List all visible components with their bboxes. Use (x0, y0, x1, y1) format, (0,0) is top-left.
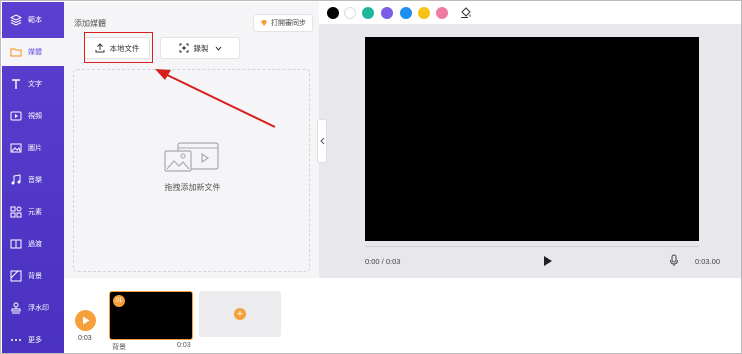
sidebar: 範本 媒體 文字 視頻 圖片 音樂 元素 過渡 背景 浮水印 更多 (2, 2, 64, 353)
diamond-icon (260, 19, 268, 27)
video-icon (9, 110, 22, 123)
timeline-clip[interactable]: 01 (109, 291, 193, 340)
text-icon (9, 78, 22, 91)
sidebar-item-music[interactable]: 音樂 (2, 166, 64, 194)
sidebar-item-watermark[interactable]: 浮水印 (2, 294, 64, 322)
current-time: 0:00 / 0:03 (365, 257, 401, 266)
play-icon (82, 316, 90, 325)
layers-icon (9, 14, 22, 27)
sidebar-item-label: 元素 (28, 209, 42, 216)
background-icon (9, 270, 22, 283)
upgrade-sync-button[interactable]: 打開審同步 (253, 14, 313, 32)
highlight-box (84, 32, 153, 63)
swatch-blue[interactable] (400, 7, 412, 19)
sidebar-item-label: 浮水印 (28, 305, 49, 312)
progress-bar[interactable] (365, 246, 699, 247)
sidebar-item-label: 背景 (28, 273, 42, 280)
swatch-purple[interactable] (381, 7, 393, 19)
microphone-icon[interactable] (669, 254, 679, 267)
image-icon (9, 142, 22, 155)
sidebar-item-more[interactable]: 更多 (2, 326, 64, 353)
more-icon (9, 334, 22, 347)
sidebar-item-label: 過渡 (28, 241, 42, 248)
sidebar-item-video[interactable]: 視頻 (2, 102, 64, 130)
record-label: 錄製 (193, 43, 209, 53)
drop-hint: 拖拽添加新文件 (164, 183, 221, 192)
swatch-yellow[interactable] (418, 7, 430, 19)
collapse-panel-button[interactable] (317, 119, 327, 163)
record-screen-icon (179, 43, 189, 53)
sidebar-item-text[interactable]: 文字 (2, 70, 64, 98)
upgrade-label: 打開審同步 (271, 20, 306, 27)
swatch-white[interactable] (344, 7, 356, 19)
folder-icon (9, 46, 22, 59)
record-button[interactable]: 錄製 (160, 37, 240, 59)
app-window: 範本 媒體 文字 視頻 圖片 音樂 元素 過渡 背景 浮水印 更多 添加媒體 打… (0, 0, 742, 354)
stamp-icon (9, 302, 22, 315)
sidebar-item-label: 文字 (28, 81, 42, 88)
panel-title: 添加媒體 (74, 19, 106, 28)
annotation-arrow (155, 69, 276, 128)
total-time: 0:03.00 (695, 257, 721, 266)
elements-icon (9, 206, 22, 219)
add-clip-button[interactable]: + (199, 291, 281, 337)
sidebar-item-transitions[interactable]: 過渡 (2, 230, 64, 258)
chevron-down-icon (215, 46, 222, 51)
swatch-black[interactable] (327, 7, 339, 19)
transition-icon (9, 238, 22, 251)
plus-icon: + (234, 308, 246, 320)
timeline: 0:03 01 背景 0:03 + (64, 279, 741, 353)
sidebar-item-label: 視頻 (28, 113, 42, 120)
sidebar-item-elements[interactable]: 元素 (2, 198, 64, 226)
paint-bucket-icon[interactable] (460, 6, 472, 18)
sidebar-item-label: 圖片 (28, 145, 42, 152)
sidebar-item-label: 媒體 (28, 49, 42, 56)
clip-duration: 0:03 (177, 342, 191, 349)
timeline-duration: 0:03 (78, 335, 92, 342)
clip-label: 背景 (112, 344, 126, 351)
preview-area: 0:00 / 0:03 0:03.00 (319, 2, 741, 278)
swatch-pink[interactable] (436, 7, 448, 19)
video-canvas[interactable] (365, 37, 699, 241)
play-icon[interactable] (541, 255, 553, 267)
sidebar-item-background[interactable]: 背景 (2, 262, 64, 290)
media-placeholder-icon (164, 142, 220, 174)
sidebar-item-media[interactable]: 媒體 (2, 38, 64, 66)
chevron-left-icon (319, 137, 325, 145)
sidebar-item-label: 範本 (28, 17, 42, 24)
music-icon (9, 174, 22, 187)
sidebar-item-templates[interactable]: 範本 (2, 6, 64, 34)
swatch-teal[interactable] (362, 7, 374, 19)
sidebar-item-label: 更多 (28, 337, 42, 344)
sidebar-item-label: 音樂 (28, 177, 42, 184)
timeline-play-button[interactable] (75, 310, 96, 331)
clip-index-badge: 01 (113, 295, 125, 307)
sidebar-item-images[interactable]: 圖片 (2, 134, 64, 162)
color-toolbar (319, 2, 741, 24)
